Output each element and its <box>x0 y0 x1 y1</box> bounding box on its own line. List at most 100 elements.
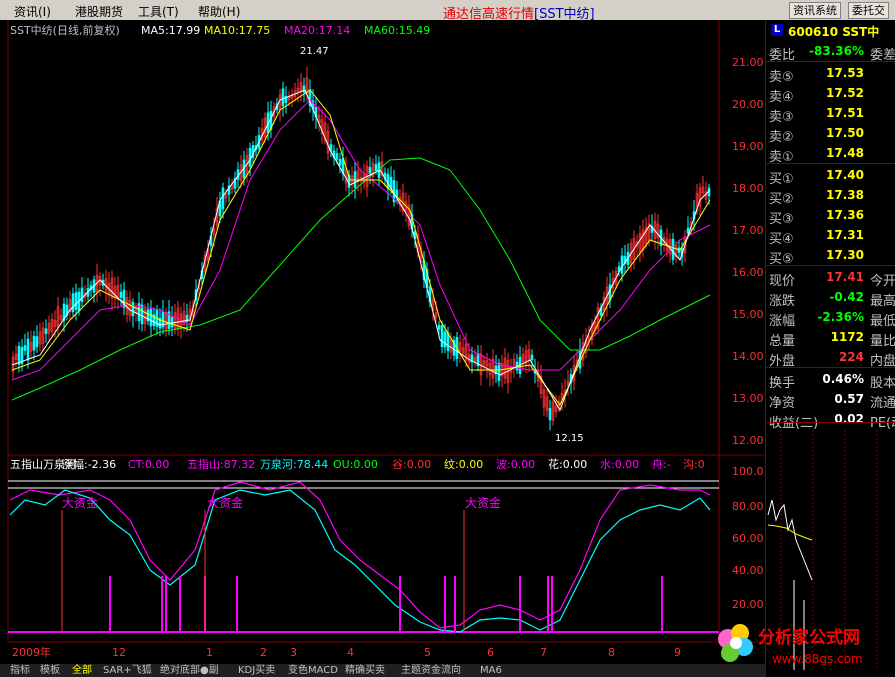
low-price-marker: 12.15 <box>555 433 584 444</box>
quote-extra-label: 股本 <box>870 376 895 391</box>
x-tick: 7 <box>540 646 547 659</box>
sell-row: 卖① 17.48 <box>766 144 895 165</box>
buy-row: 买⑤ 17.30 <box>766 246 895 267</box>
sell-row: 卖⑤ 17.53 <box>766 64 895 85</box>
indicator-tick: 100.0 <box>732 465 764 478</box>
ma20-label: MA20:17.14 <box>284 24 350 37</box>
candle-body <box>440 325 444 347</box>
indicator-value-label: 万泉河:78.44 <box>260 457 328 471</box>
quote-label: 换手 <box>769 376 796 391</box>
quote-extra-label: 流通 <box>870 396 895 411</box>
watermark-logo: 分析家公式网 www.88gs.com <box>718 624 863 666</box>
quote-label: 卖③ <box>769 110 794 125</box>
stat-row: 涨跌 -0.42 最高 <box>766 288 895 309</box>
quote-code-row: L 600610 SST中 <box>768 22 895 39</box>
indicator-tab-bar: 指标 模板 全部 SAR+飞狐 绝对底部●副 KDJ买卖 变色MACD 精确买卖… <box>0 664 765 677</box>
stat-row: 净资 0.57 流通 <box>766 390 895 411</box>
menu-info[interactable]: 资讯(I) <box>14 3 51 20</box>
indicator-value-label: 涨幅:-2.36 <box>62 458 116 471</box>
quote-label: 涨跌 <box>769 294 796 309</box>
quote-value: -83.36% <box>809 44 864 58</box>
chart-canvas[interactable]: SST中纺(日线,前复权) MA5:17.99 MA10:17.75 MA20:… <box>0 20 765 664</box>
quote-value: 17.40 <box>826 168 864 182</box>
tab-indicator[interactable]: 指标 <box>10 664 30 677</box>
candle-body <box>170 317 174 328</box>
tab-precise[interactable]: 精确买卖 <box>345 664 385 677</box>
tab-macd[interactable]: 变色MACD <box>288 664 338 677</box>
x-tick: 2 <box>260 646 267 659</box>
indicator-value-label: CT:0.00 <box>128 458 169 471</box>
indicator-value-label: OU:0.00 <box>333 458 378 471</box>
ma5-label: MA5:17.99 <box>141 24 200 37</box>
quote-value: 224 <box>838 350 864 364</box>
quote-value: 17.50 <box>826 126 864 140</box>
candle-body <box>497 362 501 381</box>
tab-bottom[interactable]: 绝对底部●副 <box>160 664 219 677</box>
tab-capital-flow[interactable]: 主题资金流向 <box>401 664 461 677</box>
quote-value: -2.36% <box>817 310 864 324</box>
flower-icon <box>718 624 753 662</box>
stat-row: 换手 0.46% 股本 <box>766 370 895 391</box>
indicator-value-label: 花:0.00 <box>548 458 587 471</box>
quote-label: 卖④ <box>769 90 794 105</box>
buy-row: 买① 17.40 <box>766 166 895 187</box>
indicator-value-label: 沟:0 <box>683 458 705 471</box>
quote-value: 17.38 <box>826 188 864 202</box>
candle-body <box>119 291 123 298</box>
candle-body <box>530 354 534 361</box>
trade-button[interactable]: 委托交 <box>848 2 889 19</box>
stock-code: 600610 SST中 <box>788 25 880 39</box>
tab-kdj[interactable]: KDJ买卖 <box>238 664 275 677</box>
sell-row: 卖② 17.50 <box>766 124 895 145</box>
stock-name-label: SST中纺(日线,前复权) <box>10 23 120 37</box>
menu-help[interactable]: 帮助(H) <box>198 3 240 20</box>
candle-body <box>32 335 36 351</box>
x-tick: 4 <box>347 646 354 659</box>
candle-body <box>140 304 144 325</box>
big-money-label: 大资金 <box>465 495 501 510</box>
divider <box>766 422 895 423</box>
buy-row: 买④ 17.31 <box>766 226 895 247</box>
quote-value: 0.02 <box>834 412 864 426</box>
price-tick: 13.00 <box>732 392 764 405</box>
level-icon: L <box>771 24 783 36</box>
tab-sar[interactable]: SAR+飞狐 <box>103 664 152 677</box>
quote-value: 17.36 <box>826 208 864 222</box>
info-system-button[interactable]: 资讯系统 <box>789 2 841 19</box>
candle-body <box>23 345 27 351</box>
weibi-row: 委比 -83.36% 委差 <box>766 42 895 63</box>
watermark-url: www.88gs.com <box>772 652 863 666</box>
quote-value: 17.53 <box>826 66 864 80</box>
menu-tools[interactable]: 工具(T) <box>138 3 179 20</box>
candle-body <box>80 287 84 302</box>
price-tick: 19.00 <box>732 140 764 153</box>
menu-hk-futures[interactable]: 港股期货 <box>75 3 123 20</box>
x-tick: 6 <box>487 646 494 659</box>
quote-value: 0.57 <box>834 392 864 406</box>
quote-label: 现价 <box>769 274 796 289</box>
candle-body <box>149 308 153 327</box>
price-tick: 16.00 <box>732 266 764 279</box>
quote-value: 17.31 <box>826 228 864 242</box>
candle-body <box>374 164 378 172</box>
candle-body <box>302 85 306 93</box>
watermark-title: 分析家公式网 <box>758 627 860 648</box>
candle-body <box>44 328 48 334</box>
tab-template[interactable]: 模板 <box>40 664 60 677</box>
indicator-tick: 40.00 <box>732 564 764 577</box>
stat-row: 涨幅 -2.36% 最低 <box>766 308 895 329</box>
candle-body <box>446 332 450 351</box>
buy-row: 买③ 17.36 <box>766 206 895 227</box>
stat-row: 总量 1172 量比 <box>766 328 895 349</box>
quote-label: 卖⑤ <box>769 70 794 85</box>
tab-ma6[interactable]: MA6 <box>480 664 502 677</box>
quote-label: 卖② <box>769 130 794 145</box>
tab-all[interactable]: 全部 <box>72 664 92 677</box>
high-price-marker: 21.47 <box>300 46 329 57</box>
indicator-value-label: 舟:- <box>652 457 671 471</box>
ma10-label: MA10:17.75 <box>204 24 270 37</box>
stat-row: 现价 17.41 今开 <box>766 268 895 289</box>
quote-panel: L 600610 SST中 委比 -83.36% 委差 卖⑤ 17.53 卖④ 17.52 卖… <box>765 20 895 677</box>
price-tick: 18.00 <box>732 182 764 195</box>
indicator-tick: 80.00 <box>732 500 764 513</box>
